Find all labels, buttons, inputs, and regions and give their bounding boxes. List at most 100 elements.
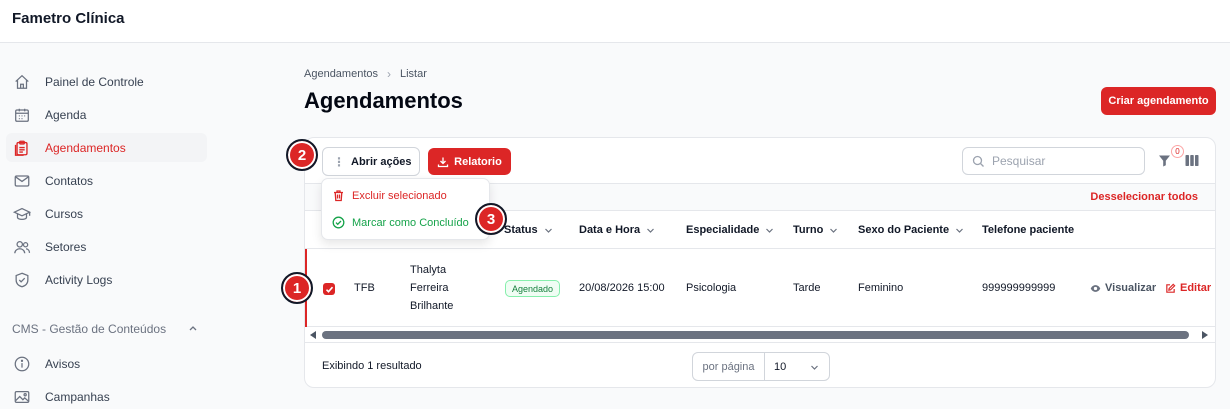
row-checkbox[interactable] <box>323 283 335 295</box>
open-actions-button[interactable]: ⋮ Abrir ações <box>322 147 420 176</box>
sidebar-item-label: Cursos <box>45 206 84 221</box>
delete-selected-item[interactable]: Excluir selecionado <box>332 189 447 202</box>
clipboard-icon <box>12 138 32 158</box>
sidebar-item-label: Agendamentos <box>45 140 126 155</box>
filter-count-badge: 0 <box>1171 145 1184 158</box>
view-label: Visualizar <box>1105 282 1157 294</box>
graduation-cap-icon <box>12 204 32 224</box>
sidebar-item-label: Setores <box>45 239 87 254</box>
search-input[interactable] <box>992 154 1132 168</box>
sidebar-item-cursos[interactable]: Cursos <box>6 199 207 228</box>
column-header-label: Status <box>504 224 538 236</box>
sidebar-item-activity-logs[interactable]: Activity Logs <box>6 265 207 294</box>
delete-selected-label: Excluir selecionado <box>352 189 447 202</box>
report-button[interactable]: Relatorio <box>428 148 511 175</box>
bulk-actions-dropdown: Excluir selecionado Marcar como Concluíd… <box>321 178 490 240</box>
per-page-label: por página <box>693 353 765 380</box>
chevron-down-icon <box>647 228 655 233</box>
scrollbar-thumb[interactable] <box>322 331 1189 339</box>
open-actions-label: Abrir ações <box>351 155 412 168</box>
cell-patient-phone: 999999999999 <box>982 282 1056 294</box>
scroll-right-arrow-icon[interactable] <box>1202 331 1208 339</box>
chevron-down-icon <box>830 228 838 233</box>
page-title: Agendamentos <box>304 88 463 113</box>
column-header-telefone-paciente: Telefone paciente <box>982 224 1074 236</box>
cell-code: TFB <box>354 282 375 294</box>
chevron-down-icon <box>811 365 818 370</box>
pencil-square-icon <box>1166 283 1176 293</box>
cell-shift: Tarde <box>793 282 821 294</box>
chevron-down-icon <box>766 228 774 233</box>
breadcrumb: Agendamentos › Listar <box>304 67 427 81</box>
per-page-value[interactable]: 10 <box>765 353 829 380</box>
trash-icon <box>334 190 343 202</box>
sidebar-item-agendamentos[interactable]: Agendamentos <box>6 133 207 162</box>
per-page-select[interactable]: por página 10 <box>692 352 830 381</box>
sidebar-item-label: Avisos <box>45 356 81 371</box>
column-header-especialidade[interactable]: Especialidade <box>686 224 774 236</box>
appointments-table-card: ⋮ Abrir ações Relatorio 0 Desselecionar … <box>304 137 1216 388</box>
status-badge: Agendado <box>505 280 561 297</box>
sidebar-item-agenda[interactable]: Agenda <box>6 100 207 129</box>
breadcrumb-parent[interactable]: Agendamentos <box>304 68 378 80</box>
sidebar-item-contatos[interactable]: Contatos <box>6 166 207 195</box>
sidebar-item-label: Activity Logs <box>45 272 113 287</box>
mark-as-done-label: Marcar como Concluído <box>352 216 469 229</box>
per-page-value-text: 10 <box>774 360 787 373</box>
photo-icon <box>12 387 32 407</box>
brand-name[interactable]: Fametro Clínica <box>12 10 125 27</box>
patient-name-line: Ferreira <box>410 282 449 294</box>
filter-icon[interactable] <box>1158 154 1171 167</box>
shield-check-icon <box>12 270 32 290</box>
chevron-down-icon <box>956 228 964 233</box>
sidebar-item-label: Contatos <box>45 173 94 188</box>
horizontal-scrollbar[interactable] <box>305 327 1215 342</box>
column-header-label: Sexo do Paciente <box>858 224 950 236</box>
scroll-left-arrow-icon[interactable] <box>310 331 316 339</box>
chevron-right-icon: › <box>387 67 391 81</box>
dots-vertical-icon: ⋮ <box>333 154 345 169</box>
sidebar-item-setores[interactable]: Setores <box>6 232 207 261</box>
edit-button[interactable]: Editar <box>1165 282 1211 294</box>
top-bar: Fametro Clínica <box>0 0 1230 43</box>
download-icon <box>438 157 449 167</box>
column-header-data-e-hora[interactable]: Data e Hora <box>579 224 655 236</box>
calendar-icon <box>12 105 32 125</box>
column-header-status[interactable]: Status <box>504 224 553 236</box>
chevron-down-icon <box>544 228 552 233</box>
table-footer: Exibindo 1 resultado por página 10 <box>305 342 1215 387</box>
sidebar: Painel de Controle Agenda Agendamentos C… <box>0 43 214 409</box>
cell-patient-sex: Feminino <box>858 282 904 294</box>
chevron-up-icon[interactable] <box>188 323 198 333</box>
cell-patient-name: Thalyta Ferreira Brilhante <box>410 261 453 315</box>
table-row: TFB Thalyta Ferreira Brilhante Agendado … <box>305 249 1215 327</box>
edit-label: Editar <box>1180 282 1212 294</box>
annotation-marker-1: 1 <box>281 272 313 304</box>
sidebar-item-label: Painel de Controle <box>45 74 144 89</box>
cell-datetime: 20/08/2026 15:00 <box>579 282 665 294</box>
sidebar-item-campanhas[interactable]: Campanhas <box>6 382 207 409</box>
sidebar-group-cms[interactable]: CMS - Gestão de Conteúdos <box>12 322 166 336</box>
sidebar-item-label: Agenda <box>45 107 87 122</box>
mark-as-done-item[interactable]: Marcar como Concluído <box>332 216 469 229</box>
cell-specialty: Psicologia <box>686 282 737 294</box>
eye-icon <box>1090 284 1101 292</box>
column-header-sexo-do-paciente[interactable]: Sexo do Paciente <box>858 224 964 236</box>
envelope-icon <box>12 171 32 191</box>
columns-icon[interactable] <box>1185 154 1199 167</box>
users-icon <box>12 237 32 257</box>
sidebar-item-avisos[interactable]: Avisos <box>6 349 207 378</box>
search-box <box>962 147 1145 175</box>
patient-name-line: Thalyta <box>410 264 447 276</box>
view-button[interactable]: Visualizar <box>1090 282 1156 294</box>
deselect-all-button[interactable]: Desselecionar todos <box>1090 191 1198 203</box>
report-label: Relatorio <box>454 155 502 168</box>
sidebar-item-painel-de-controle[interactable]: Painel de Controle <box>6 67 207 96</box>
column-header-label: Especialidade <box>686 224 760 236</box>
column-header-turno[interactable]: Turno <box>793 224 838 236</box>
create-appointment-button[interactable]: Criar agendamento <box>1101 87 1216 115</box>
annotation-marker-3: 3 <box>475 203 507 235</box>
check-icon <box>325 286 333 293</box>
home-icon <box>12 72 32 92</box>
check-circle-icon <box>332 216 345 229</box>
